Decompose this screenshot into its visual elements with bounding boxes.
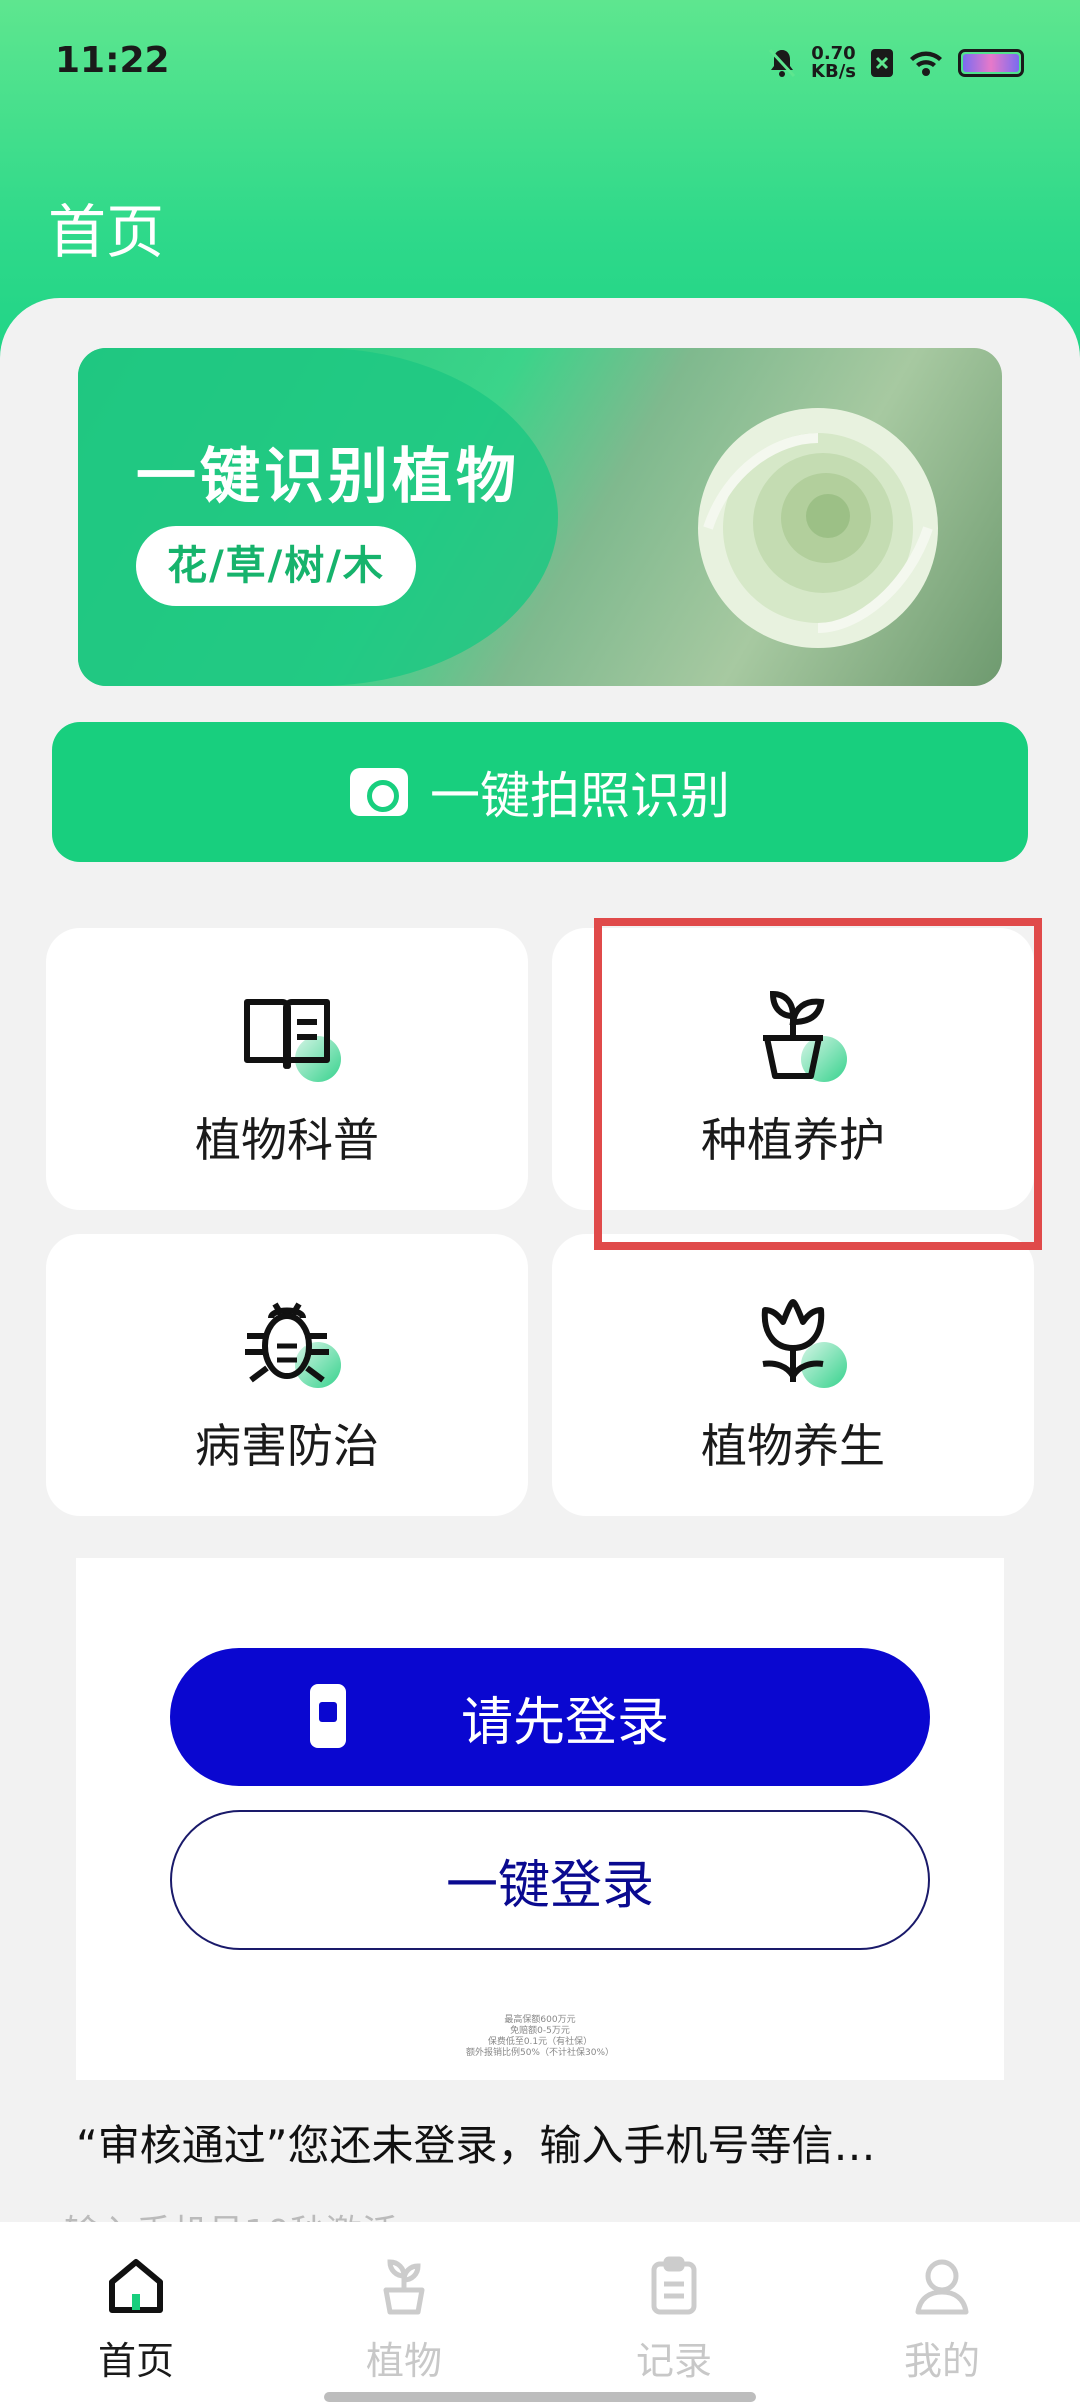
net-speed-unit: KB/s [811, 61, 856, 82]
card-disease-control[interactable]: 病害防治 [46, 1234, 528, 1516]
status-bar: 11:22 0.70 KB/s [0, 0, 1080, 120]
book-icon [244, 999, 330, 1069]
battery-icon [958, 49, 1024, 77]
card-label: 植物科普 [195, 1113, 379, 1167]
bug-icon [245, 1302, 329, 1383]
tab-label: 首页 [97, 2339, 174, 2383]
page-title: 首页 [48, 198, 165, 266]
status-time: 11:22 [55, 40, 170, 81]
photo-identify-button[interactable]: 一键拍照识别 [52, 722, 1028, 862]
fine-print-line: 保费低至0.1元（有社保） [487, 2037, 593, 2047]
tab-records[interactable]: 记录 [574, 2254, 774, 2385]
fine-print-line: 免赔额0-5万元 [510, 2026, 570, 2036]
banner-leaf-background [78, 348, 558, 686]
ad-caption[interactable]: “审核通过”您还未登录，输入手机号等信… [76, 2112, 1006, 2173]
login-first-button[interactable]: 请先登录 [170, 1648, 930, 1786]
photo-identify-label: 一键拍照识别 [430, 767, 730, 825]
tab-label: 我的 [903, 2339, 980, 2383]
card-label: 病害防治 [195, 1419, 379, 1473]
rose-illustration [698, 408, 938, 648]
home-indicator[interactable] [324, 2392, 756, 2402]
card-plant-wellness[interactable]: 植物养生 [552, 1234, 1034, 1516]
tab-label: 植物 [365, 2339, 442, 2383]
net-speed: 0.70 KB/s [811, 45, 856, 81]
fine-print-line: 最高保额600万元 [504, 2015, 576, 2025]
card-plant-science[interactable]: 植物科普 [46, 928, 528, 1210]
bell-muted-icon [768, 48, 796, 78]
card-label: 植物养生 [701, 1419, 885, 1473]
phone-lock-icon [310, 1684, 346, 1748]
highlight-box [594, 918, 1042, 1250]
sprout-icon [383, 2259, 425, 2315]
tab-mine[interactable]: 我的 [842, 2254, 1042, 2385]
status-icons: 0.70 KB/s [767, 38, 1024, 88]
tab-home[interactable]: 首页 [36, 2254, 236, 2385]
fine-print-line: 额外报销比例50%（不计社保30%） [465, 2048, 614, 2058]
login-first-label: 请先登录 [460, 1692, 669, 1753]
home-icon [109, 2259, 163, 2313]
banner-tag: 花/草/树/木 [136, 526, 416, 606]
one-key-login-button[interactable]: 一键登录 [170, 1810, 930, 1950]
sim-x-icon [871, 49, 893, 77]
tab-label: 记录 [635, 2339, 712, 2383]
clipboard-icon [651, 2256, 697, 2315]
bottom-tab-bar: 首页 植物 记录 我的 [0, 2222, 1080, 2408]
ad-fine-print: 最高保额600万元 免赔额0-5万元 保费低至0.1元（有社保） 额外报销比例5… [76, 2015, 1004, 2059]
user-icon [915, 2259, 969, 2315]
tab-plants[interactable]: 植物 [304, 2254, 504, 2385]
identify-banner[interactable]: 一键识别植物 花/草/树/木 [78, 348, 1002, 686]
one-key-login-label: 一键登录 [445, 1855, 654, 1916]
camera-icon [350, 768, 408, 816]
banner-title: 一键识别植物 [136, 442, 520, 512]
tulip-icon [761, 1299, 825, 1382]
wifi-icon [910, 51, 942, 76]
ad-banner[interactable]: 请先登录 一键登录 最高保额600万元 免赔额0-5万元 保费低至0.1元（有社… [76, 1558, 1004, 2080]
